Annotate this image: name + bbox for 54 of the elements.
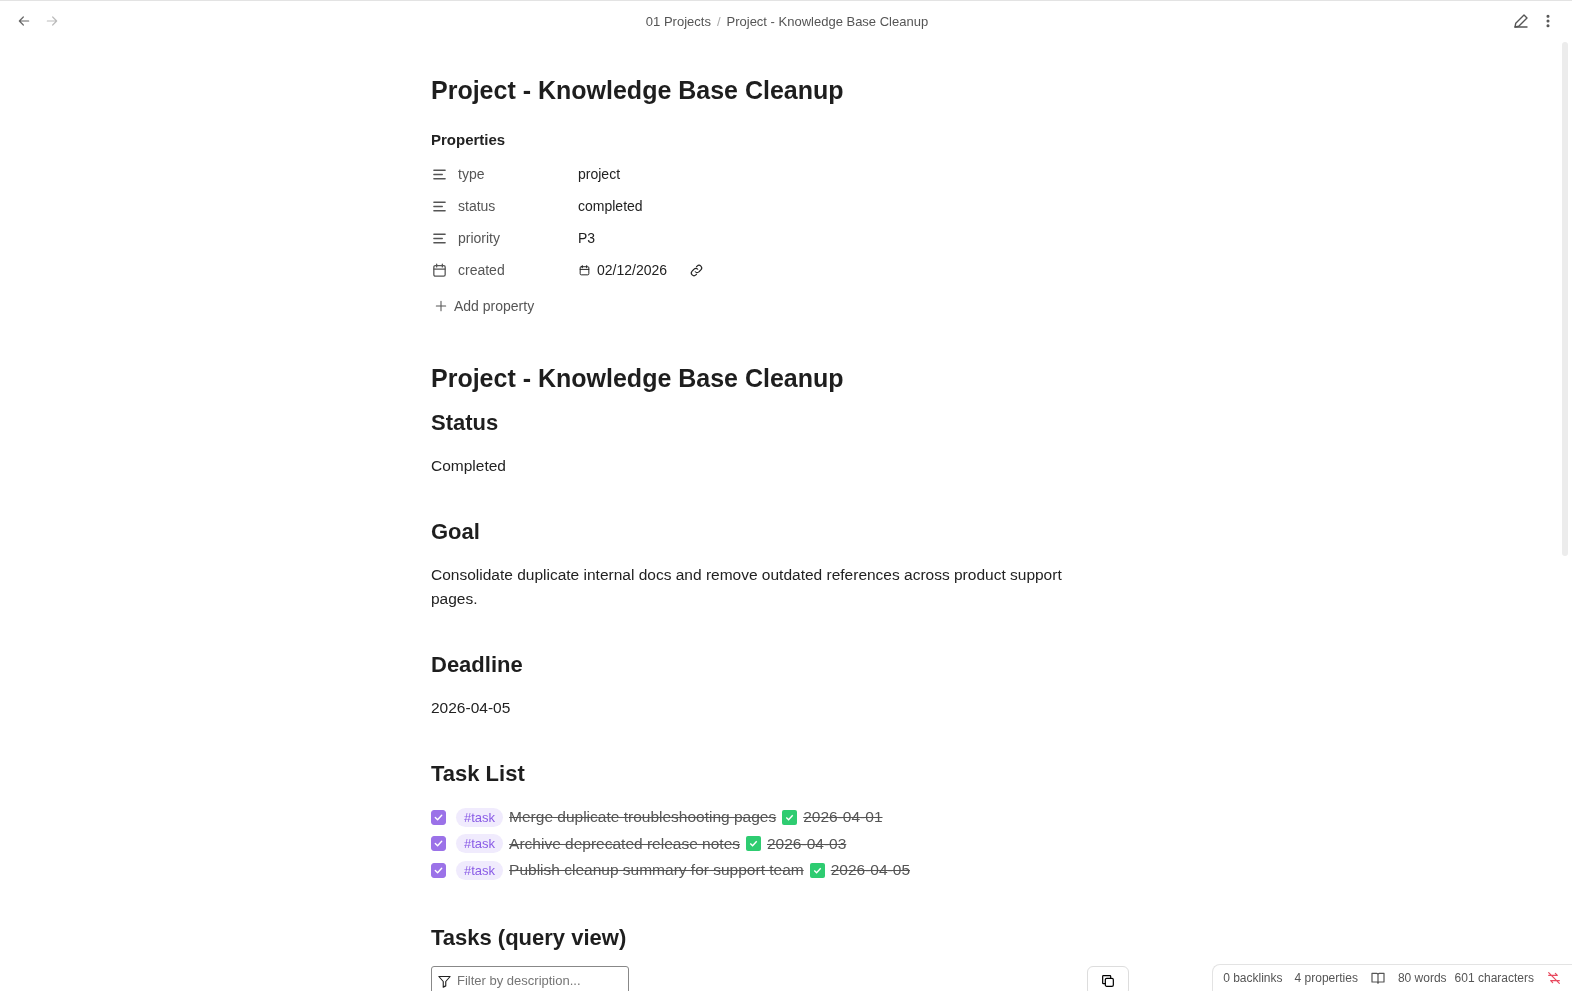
heading: Project - Knowledge Base Cleanup <box>431 363 845 393</box>
task-date: 2026-04-05 <box>830 861 910 880</box>
forward-arrow-icon <box>44 13 60 29</box>
task-tag[interactable]: #task <box>456 807 504 827</box>
copy-icon <box>1100 972 1116 989</box>
character-count: 601 characters <box>1454 971 1534 985</box>
task-tag[interactable]: #task <box>456 860 504 880</box>
plus-icon <box>434 299 448 313</box>
task-text: Archive deprecated release notes <box>509 834 740 853</box>
section-heading: Deadline <box>431 651 524 679</box>
copy-button[interactable] <box>1087 965 1129 991</box>
section-heading: Tasks (query view) <box>431 923 628 952</box>
properties-heading: Properties <box>431 131 507 148</box>
breadcrumb-separator: / <box>716 13 721 29</box>
property-value[interactable]: P3 <box>578 230 596 246</box>
property-value[interactable]: project <box>578 166 621 182</box>
task-checkbox[interactable] <box>431 836 446 852</box>
property-value[interactable]: 02/12/2026 <box>597 262 668 278</box>
paragraph: Consolidate duplicate internal docs and remove outdated references across product support pages. <box>431 565 1063 609</box>
property-name[interactable]: created <box>458 262 505 278</box>
section-heading: Status <box>431 409 500 437</box>
link-icon <box>689 262 705 278</box>
pencil-icon <box>1512 12 1530 30</box>
task-tag[interactable]: #task <box>456 834 504 854</box>
property-name[interactable]: status <box>458 198 496 214</box>
add-property-button[interactable]: Add property <box>431 298 538 314</box>
section-heading: Task List <box>431 760 526 788</box>
task-date: 2026-04-03 <box>767 834 847 853</box>
done-check-icon <box>746 836 761 852</box>
task-checkbox[interactable] <box>431 809 446 825</box>
section-heading: Goal <box>431 518 481 546</box>
task-text: Merge duplicate troubleshooting pages <box>509 808 777 827</box>
done-check-icon <box>782 809 798 825</box>
task-text: Publish cleanup summary for support team <box>509 861 804 880</box>
breadcrumb-note[interactable]: Project - Knowledge Base Cleanup <box>726 13 929 29</box>
sync-off-icon <box>1546 970 1562 986</box>
property-name[interactable]: priority <box>458 230 500 246</box>
calendar-icon <box>578 263 591 277</box>
filter-field[interactable]: Filter by description... <box>431 965 629 991</box>
property-name[interactable]: type <box>458 166 485 182</box>
properties-count: 4 properties <box>1294 971 1358 985</box>
note-title: Project - Knowledge Base Cleanup <box>431 75 845 105</box>
property-value[interactable]: completed <box>578 198 643 214</box>
task-checkbox[interactable] <box>431 862 446 878</box>
task-date: 2026-04-01 <box>803 808 883 827</box>
word-count: 80 words <box>1397 971 1447 985</box>
paragraph: 2026-04-05 <box>431 698 512 718</box>
breadcrumb-folder[interactable]: 01 Projects <box>645 13 711 29</box>
book-icon <box>1369 970 1386 986</box>
done-check-icon <box>809 862 825 878</box>
backlinks-count[interactable]: 0 backlinks <box>1223 971 1283 985</box>
calendar-icon <box>431 261 448 279</box>
back-arrow-icon <box>16 13 32 29</box>
paragraph: Completed <box>431 456 507 476</box>
